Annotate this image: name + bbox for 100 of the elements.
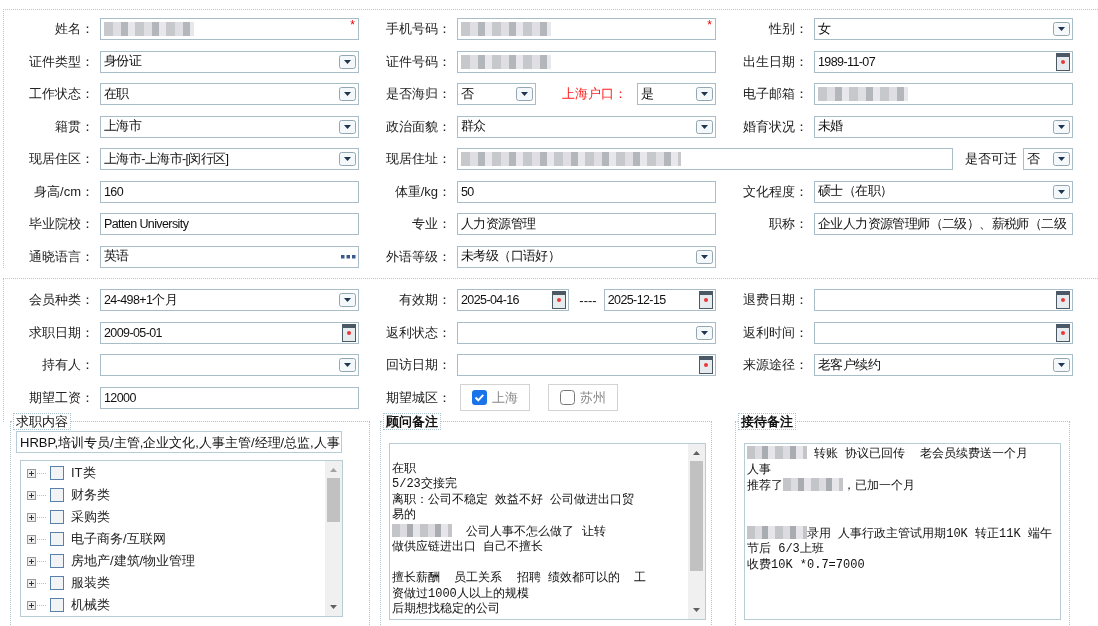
tree-item[interactable]: 房地产/建筑/物业管理 bbox=[71, 552, 196, 570]
select-field[interactable]: 是 bbox=[637, 83, 716, 105]
field-label: 体重/kg： bbox=[393, 182, 451, 201]
city-option[interactable]: 苏州 bbox=[548, 384, 618, 411]
group-title: 求职内容 bbox=[13, 413, 71, 430]
expand-icon[interactable] bbox=[27, 468, 46, 478]
text-field[interactable]: 160 bbox=[100, 180, 359, 203]
expand-icon[interactable] bbox=[27, 578, 46, 588]
field-label: 现居住区： bbox=[28, 150, 94, 168]
date-field[interactable] bbox=[457, 354, 716, 376]
field-label: 回访日期： bbox=[385, 356, 451, 374]
calendar-icon[interactable] bbox=[1056, 323, 1070, 342]
text-field[interactable]: HRBP,培训专员/主管,企业文化,人事主管/经理/总监,人事 bbox=[16, 431, 342, 453]
text-field[interactable] bbox=[457, 148, 953, 170]
select-field[interactable]: 身份证 bbox=[100, 50, 359, 73]
blurred-text bbox=[392, 523, 452, 537]
select-field[interactable]: 否 bbox=[457, 83, 536, 105]
select-field[interactable]: 老客户续约 bbox=[814, 354, 1073, 376]
tree-item[interactable]: 机械类 bbox=[71, 596, 110, 614]
field-label: 外语等级： bbox=[385, 247, 451, 266]
calendar-icon[interactable] bbox=[342, 323, 356, 342]
field-label: 退费日期： bbox=[742, 291, 808, 309]
select-field[interactable]: 未婚 bbox=[814, 115, 1073, 138]
lookup-field[interactable]: 英语 bbox=[100, 245, 359, 268]
field-label: 返利状态： bbox=[385, 323, 451, 342]
select-field[interactable]: 群众 bbox=[457, 115, 716, 138]
select-field[interactable]: 女 bbox=[814, 18, 1073, 40]
blurred-text bbox=[747, 525, 807, 539]
checkbox-icon[interactable] bbox=[50, 554, 64, 568]
date-field[interactable]: 2025-04-16 bbox=[457, 289, 570, 311]
scrollbar[interactable] bbox=[688, 444, 705, 619]
expand-icon[interactable] bbox=[27, 556, 46, 566]
field-label: 手机号码： bbox=[385, 20, 451, 38]
checkbox-icon[interactable] bbox=[50, 488, 64, 502]
text-field[interactable]: 12000 bbox=[100, 386, 359, 409]
text-field[interactable]: 企业人力资源管理师（二级）、薪税师（二级 bbox=[814, 213, 1073, 235]
tree-item[interactable]: 财务类 bbox=[71, 486, 110, 504]
text-field[interactable]: * bbox=[100, 18, 359, 40]
tree-item[interactable]: IT类 bbox=[71, 464, 96, 482]
checkbox-icon[interactable] bbox=[50, 598, 64, 612]
date-field[interactable]: 2009-05-01 bbox=[100, 321, 359, 344]
expand-icon[interactable] bbox=[27, 534, 46, 544]
select-field[interactable]: 上海市 bbox=[100, 115, 359, 138]
text-field[interactable] bbox=[457, 50, 716, 73]
calendar-icon[interactable] bbox=[1056, 291, 1070, 309]
notes-field[interactable]: 在职 5/23交接完 离职：公司不稳定 效益不好 公司做进出口贸 易的 公司人事不怎么做了 让转 做供应链进出口 自己不擅长 擅长薪酬 员工关系 招聘 绩效都可以的 工 资做过1000人以上的规模 后期想找稳定的公司 bbox=[389, 443, 706, 620]
field-label: 通晓语言： bbox=[28, 247, 94, 266]
select-field[interactable]: 24-498+1个月 bbox=[100, 289, 359, 311]
expand-icon[interactable] bbox=[27, 600, 46, 610]
field-label: 工作状态： bbox=[28, 85, 94, 103]
calendar-icon[interactable] bbox=[699, 356, 713, 374]
expand-icon[interactable] bbox=[27, 490, 46, 500]
date-field[interactable]: 2025-12-15 bbox=[603, 289, 716, 311]
field-label: 身高/cm： bbox=[33, 182, 94, 201]
expand-icon[interactable] bbox=[27, 512, 46, 522]
notes-field[interactable]: 转账 协议已回传 老会员续费送一个月 人事 推荐了 ，已加一个月 录用 人事行政主管试用期10K 转正11K 端午 节后 6/3上班 收费10K *0.7=7000 bbox=[744, 443, 1061, 620]
field-label: 会员种类： bbox=[28, 291, 94, 309]
select-field[interactable]: 未考级（口语好） bbox=[457, 245, 716, 268]
group-title: 接待备注 bbox=[738, 413, 796, 430]
checkbox-icon[interactable] bbox=[50, 466, 64, 480]
checkbox-icon[interactable] bbox=[50, 576, 64, 590]
tree-item[interactable]: 服装类 bbox=[71, 574, 110, 592]
checkbox-icon[interactable] bbox=[50, 532, 64, 546]
select-field[interactable]: 否 bbox=[1023, 148, 1073, 170]
select-field[interactable]: 在职 bbox=[100, 83, 359, 105]
checkbox-icon[interactable] bbox=[50, 510, 64, 524]
field-label: 姓名： bbox=[54, 20, 94, 38]
select-field[interactable] bbox=[100, 354, 359, 376]
required-mark: * bbox=[707, 18, 712, 32]
text-field[interactable]: 人力资源管理 bbox=[457, 213, 716, 235]
date-field[interactable] bbox=[814, 289, 1073, 311]
field-label: 出生日期： bbox=[742, 52, 808, 71]
field-label: 证件类型： bbox=[28, 52, 94, 71]
calendar-icon[interactable] bbox=[699, 291, 713, 309]
calendar-icon[interactable] bbox=[552, 291, 567, 309]
more-icon[interactable] bbox=[341, 254, 356, 259]
field-label: 籍贯： bbox=[54, 117, 94, 136]
group-title: 顾问备注 bbox=[383, 413, 441, 430]
checkbox-icon[interactable] bbox=[560, 390, 575, 405]
select-field[interactable]: 上海市-上海市-[闵行区] bbox=[100, 148, 359, 170]
text-field[interactable]: 50 bbox=[457, 180, 716, 203]
tree-item[interactable]: 采购类 bbox=[71, 508, 110, 526]
city-option[interactable]: 上海 bbox=[460, 384, 530, 411]
field-label: 毕业院校： bbox=[28, 215, 94, 233]
field-label: 上海户口： bbox=[562, 85, 627, 103]
calendar-icon[interactable] bbox=[1056, 52, 1070, 71]
required-mark: * bbox=[350, 18, 355, 32]
select-field[interactable] bbox=[457, 321, 716, 344]
date-field[interactable]: 1989-11-07 bbox=[814, 50, 1073, 73]
field-label: 电子邮箱： bbox=[742, 85, 808, 103]
field-label: 求职日期： bbox=[28, 323, 94, 342]
text-field[interactable]: Patten University bbox=[100, 213, 359, 235]
text-field[interactable] bbox=[814, 83, 1073, 105]
checkbox-icon[interactable] bbox=[472, 390, 487, 405]
select-field[interactable]: 硕士（在职） bbox=[814, 180, 1073, 203]
date-field[interactable] bbox=[814, 321, 1073, 344]
field-label: 文化程度： bbox=[742, 182, 808, 201]
tree-item[interactable]: 电子商务/互联网 bbox=[71, 530, 166, 548]
text-field[interactable]: * bbox=[457, 18, 716, 40]
scrollbar[interactable] bbox=[325, 461, 342, 616]
